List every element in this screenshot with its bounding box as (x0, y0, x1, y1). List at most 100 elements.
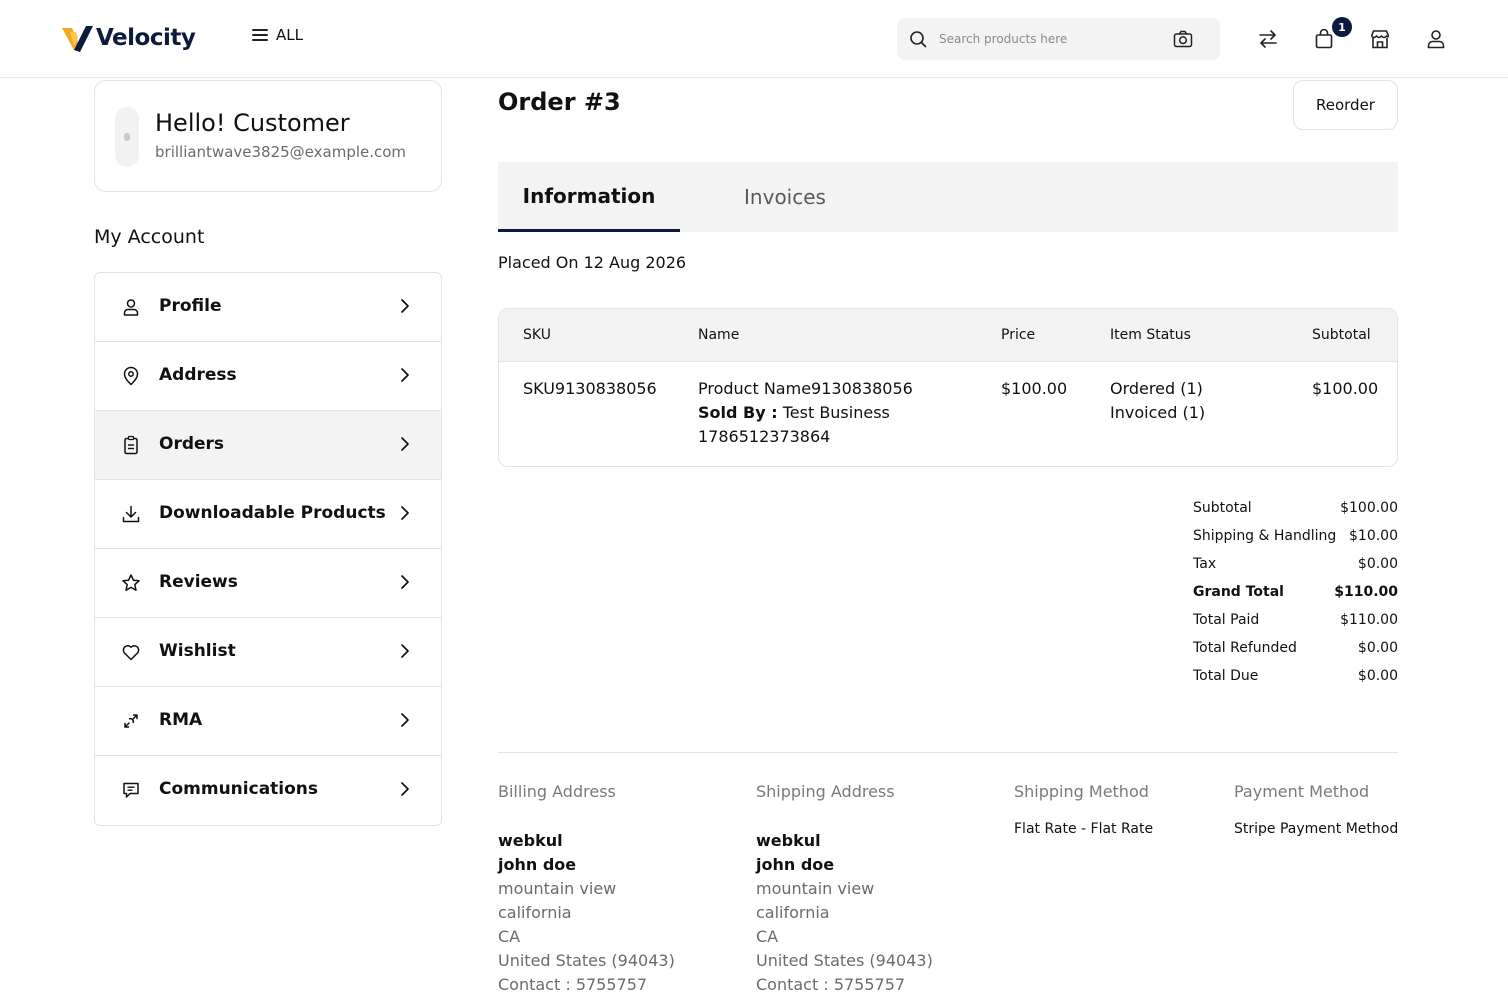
sidebar-item-downloadable-products[interactable]: Downloadable Products (95, 480, 441, 549)
totals-value: $10.00 (1349, 528, 1398, 544)
sidebar-item-address[interactable]: Address (95, 342, 441, 411)
totals-row-total-paid: Total Paid $110.00 (1193, 612, 1398, 640)
store-icon[interactable] (1369, 28, 1391, 50)
billing-contact: Contact : 5755757 (498, 975, 648, 994)
sidebar-item-label: Orders (159, 434, 225, 454)
totals-row-tax: Tax $0.00 (1193, 556, 1398, 584)
sidebar-item-label: Wishlist (159, 641, 236, 661)
search-bar (897, 18, 1220, 60)
shipping-contact: Contact : 5755757 (756, 975, 906, 994)
column-header-price: Price (1001, 327, 1036, 343)
camera-icon[interactable] (1173, 30, 1193, 48)
totals-value: $110.00 (1340, 612, 1398, 628)
totals-value: $0.00 (1357, 556, 1398, 572)
reorder-button[interactable]: Reorder (1293, 80, 1398, 130)
billing-company: webkul (498, 831, 563, 850)
totals-row-shipping: Shipping & Handling $10.00 (1193, 528, 1398, 556)
sidebar-item-profile[interactable]: Profile (95, 273, 441, 342)
totals-label: Total Paid (1193, 612, 1260, 628)
sidebar-item-label: Profile (159, 296, 222, 316)
greeting-text: Hello! Customer (155, 109, 350, 137)
search-icon (910, 31, 927, 48)
sidebar-item-label: RMA (159, 710, 203, 730)
billing-address-heading: Billing Address (498, 782, 616, 801)
customer-email: brilliantwave3825@example.com (155, 143, 407, 161)
order-totals: Subtotal $100.00 Shipping & Handling $10… (1193, 500, 1398, 696)
heart-icon (122, 645, 140, 661)
shipping-address-heading: Shipping Address (756, 782, 895, 801)
tab-information[interactable]: Information (498, 162, 680, 232)
sidebar-item-rma[interactable]: RMA (95, 687, 441, 756)
return-icon (124, 714, 138, 728)
shipping-method: Shipping Method Flat Rate - Flat Rate (1014, 782, 1153, 837)
sidebar-item-label: Downloadable Products (159, 503, 386, 523)
totals-row-subtotal: Subtotal $100.00 (1193, 500, 1398, 528)
status-invoiced: Invoiced (1) (1110, 403, 1206, 422)
seller-id: 1786512373864 (698, 427, 831, 446)
totals-value: $0.00 (1357, 640, 1398, 656)
clipboard-icon (124, 435, 138, 455)
totals-label: Total Refunded (1193, 640, 1297, 656)
shipping-street: mountain view (756, 879, 875, 898)
order-placed-date: Placed On 12 Aug 2026 (498, 253, 687, 272)
section-divider (498, 752, 1398, 753)
shopping-bag-icon[interactable] (1313, 28, 1335, 50)
billing-street: mountain view (498, 879, 617, 898)
tab-invoices[interactable]: Invoices (720, 162, 850, 232)
sold-by-label: Sold By : (698, 403, 778, 422)
chevron-right-icon (401, 299, 409, 313)
sidebar-item-label: Reviews (159, 572, 238, 592)
sidebar-item-communications[interactable]: Communications (95, 756, 441, 825)
column-header-name: Name (698, 327, 740, 343)
sidebar-item-label: Address (159, 365, 237, 385)
item-status-cell: Ordered (1) Invoiced (1) (1110, 377, 1205, 425)
sidebar-item-reviews[interactable]: Reviews (95, 549, 441, 618)
totals-row-grand-total: Grand Total $110.00 (1193, 584, 1398, 612)
billing-state: CA (498, 927, 521, 946)
shipping-country: United States (94043) (756, 951, 933, 970)
item-price: $100.00 (1001, 379, 1068, 398)
chevron-right-icon (401, 644, 409, 658)
order-items-table: SKU Name Price Item Status Subtotal SKU9… (498, 308, 1398, 467)
status-ordered: Ordered (1) (1110, 379, 1203, 398)
chevron-right-icon (401, 437, 409, 451)
totals-label: Total Due (1193, 668, 1259, 684)
totals-label: Shipping & Handling (1193, 528, 1337, 544)
totals-value: $0.00 (1357, 668, 1398, 684)
avatar (115, 107, 139, 167)
compare-arrows-icon[interactable] (1257, 28, 1279, 50)
velocity-logo[interactable]: Velocity (60, 22, 196, 54)
site-header: Velocity ALL 1 (0, 0, 1508, 78)
totals-label: Subtotal (1193, 500, 1252, 516)
customer-greeting-card: Hello! Customer brilliantwave3825@exampl… (94, 80, 442, 192)
totals-row-total-due: Total Due $0.00 (1193, 668, 1398, 696)
all-categories-menu[interactable]: ALL (252, 26, 303, 44)
totals-value: $110.00 (1334, 584, 1398, 600)
totals-label: Grand Total (1193, 584, 1284, 600)
shipping-name: john doe (756, 855, 835, 874)
item-subtotal: $100.00 (1312, 379, 1379, 398)
billing-name: john doe (498, 855, 577, 874)
chevron-right-icon (401, 713, 409, 727)
chevron-right-icon (401, 782, 409, 796)
column-header-sku: SKU (523, 327, 551, 343)
seller-name: Test Business (782, 403, 890, 422)
location-pin-icon (123, 366, 139, 386)
star-icon (122, 574, 140, 591)
search-input[interactable] (939, 18, 1169, 60)
sidebar-item-orders[interactable]: Orders (95, 411, 441, 480)
column-header-subtotal: Subtotal (1312, 327, 1371, 343)
velocity-logo-icon (62, 26, 93, 52)
message-icon (123, 782, 139, 798)
billing-address: Billing Address webkul john doe mountain… (498, 782, 675, 997)
user-account-icon[interactable] (1425, 28, 1447, 50)
logo-text: Velocity (96, 25, 196, 51)
sidebar-item-wishlist[interactable]: Wishlist (95, 618, 441, 687)
shipping-address: Shipping Address webkul john doe mountai… (756, 782, 933, 997)
account-menu: Profile Address Orders Downloadable Prod… (94, 272, 442, 826)
page-title: Order #3 (498, 88, 621, 116)
order-tabs: Information Invoices (498, 162, 1398, 232)
chevron-right-icon (401, 506, 409, 520)
all-menu-label: ALL (276, 26, 303, 44)
my-account-heading: My Account (94, 226, 205, 248)
